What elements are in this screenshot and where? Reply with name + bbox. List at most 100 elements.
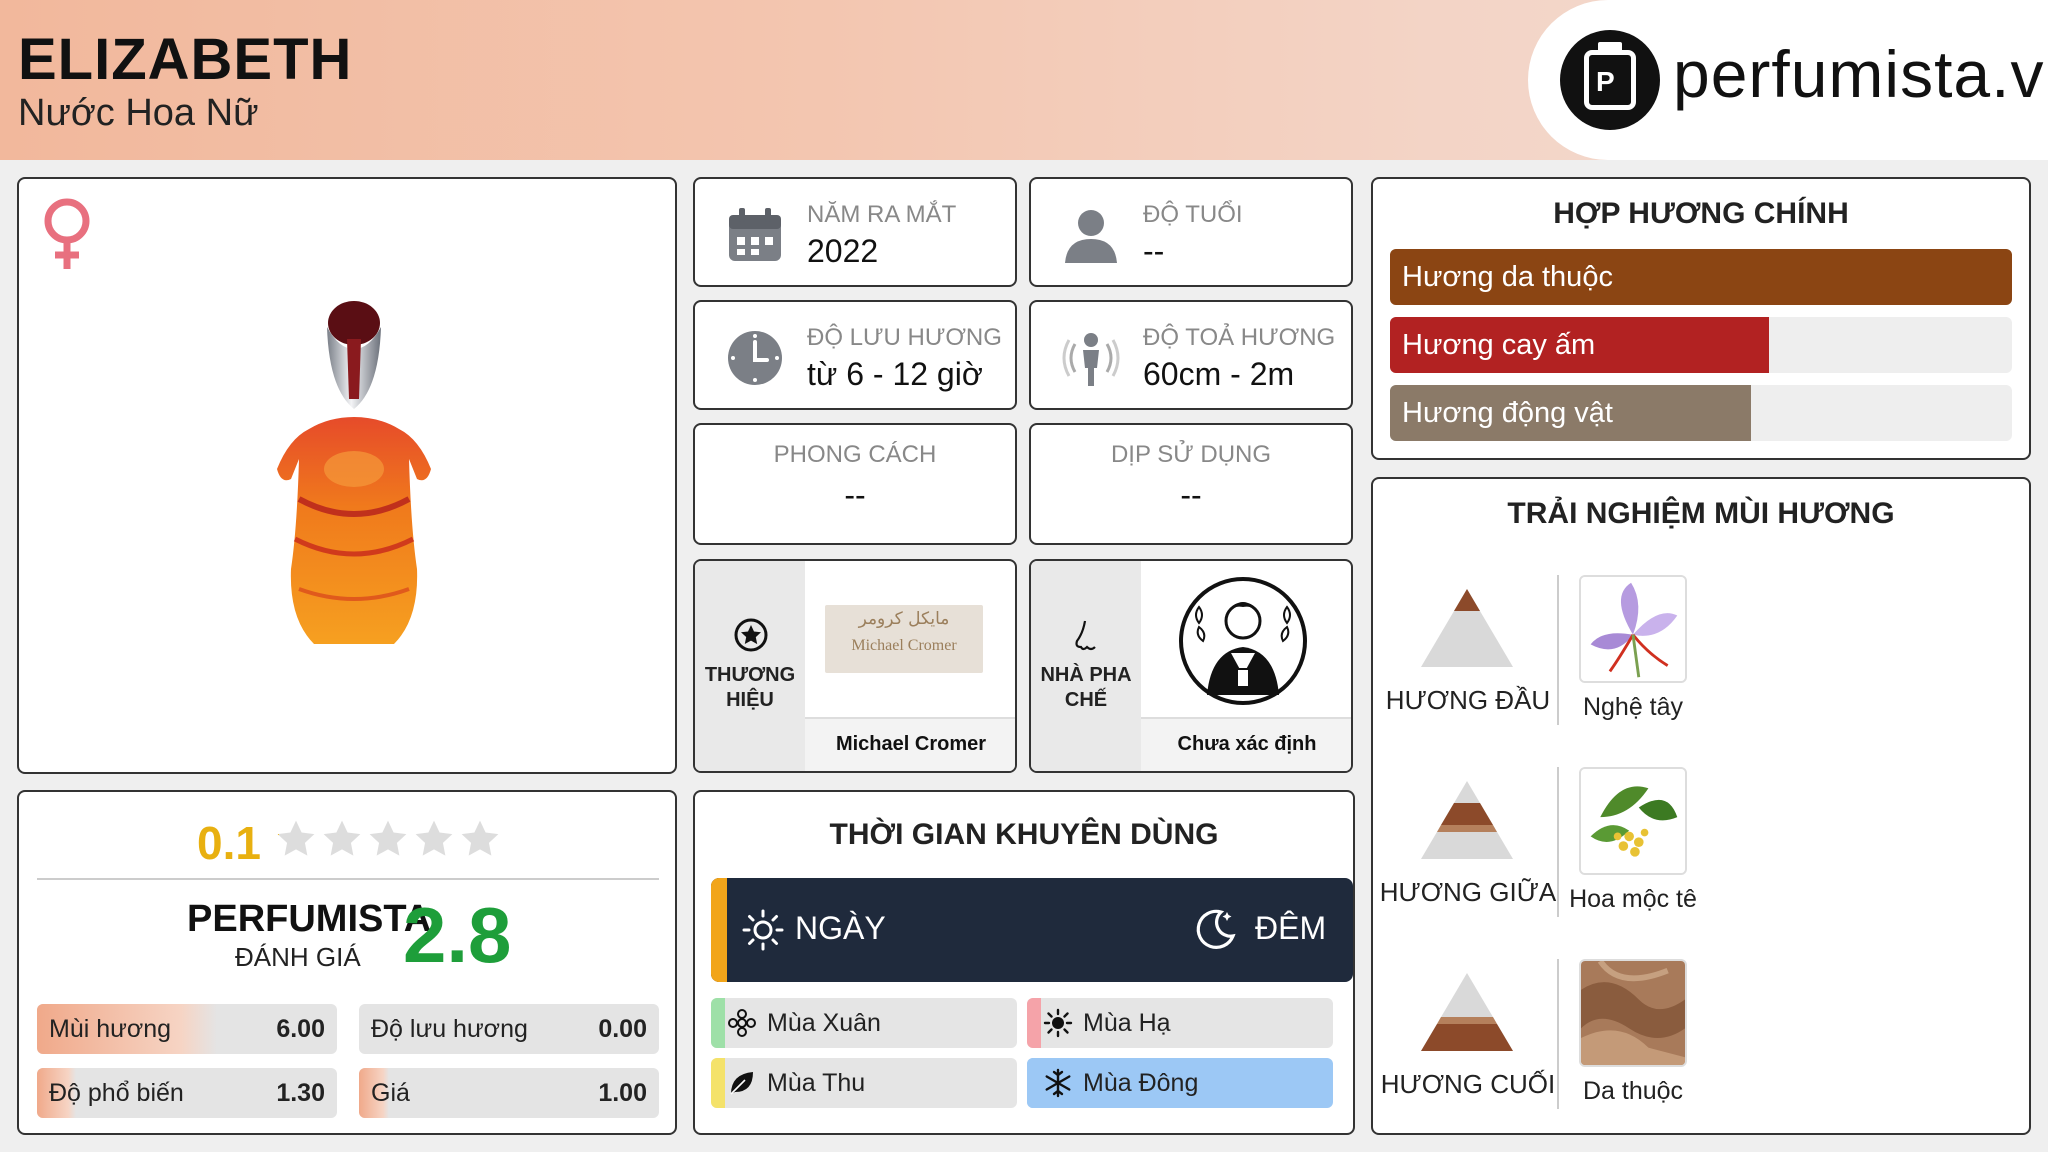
- note-row-top: HƯƠNG ĐẦU Nghệ tây: [1373, 575, 2033, 755]
- note-row-base: HƯƠNG CUỐI Da thuộc: [1373, 959, 2033, 1139]
- release-year-cell: NĂM RA MẮT 2022: [693, 177, 1017, 287]
- logo-text: perfumista.vn: [1673, 37, 2048, 111]
- star-icon[interactable]: [459, 818, 501, 860]
- experience-title: TRẢI NGHIỆM MÙI HƯƠNG: [1507, 497, 1895, 530]
- perfume-subtitle: Nước Hoa Nữ: [18, 92, 259, 134]
- metric-popularity: Độ phổ biến 1.30: [37, 1068, 337, 1118]
- metric-value: 1.00: [598, 1079, 647, 1107]
- accord-bar: Hương cay ấm: [1390, 317, 2012, 373]
- note-row-middle: HƯƠNG GIỮA Hoa mộc tê: [1373, 767, 2033, 947]
- brand-logo-arabic: مايكل كرومر: [858, 609, 950, 629]
- season-bar: [1027, 1058, 1041, 1108]
- scent-experience-card: TRẢI NGHIỆM MÙI HƯƠNG HƯƠNG ĐẦU Nghệ tây…: [1371, 477, 2031, 1135]
- user-rating-score: 0.1: [197, 817, 261, 869]
- info-label: PHONG CÁCH: [773, 441, 937, 468]
- star-badge-icon: [734, 618, 768, 652]
- season-bar: [1027, 998, 1041, 1048]
- metric-label: Độ lưu hương: [371, 1015, 528, 1043]
- note-stage-label: HƯƠNG ĐẦU: [1385, 685, 1551, 715]
- star-rating[interactable]: [275, 818, 501, 860]
- note-name: Nghệ tây: [1582, 693, 1684, 721]
- snowflake-icon: [1045, 1068, 1071, 1098]
- accord-bar: Hương động vật: [1390, 385, 2012, 441]
- metric-value: 6.00: [276, 1015, 325, 1043]
- brand-logo-latin: Michael Cromer: [851, 637, 957, 654]
- info-value: 60cm - 2m: [1143, 356, 1295, 392]
- star-icon[interactable]: [413, 818, 455, 860]
- season-label: Mùa Xuân: [767, 1009, 881, 1037]
- info-value: từ 6 - 12 giờ: [807, 356, 983, 392]
- season-label: Mùa Hạ: [1083, 1009, 1171, 1037]
- metric-scent: Mùi hương 6.00: [37, 1004, 337, 1054]
- brand-logo-area[interactable]: P perfumista.vn: [1528, 0, 2048, 160]
- style-cell: PHONG CÁCH --: [693, 423, 1017, 545]
- season-label: Mùa Đông: [1083, 1069, 1199, 1097]
- info-label: NĂM RA MẮT: [807, 201, 957, 228]
- nose-icon: [1075, 620, 1096, 651]
- note-stage-label: HƯƠNG CUỐI: [1380, 1069, 1556, 1099]
- brand-side-panel: THƯƠNG HIỆU: [695, 561, 805, 771]
- accord-label: Hương động vật: [1402, 397, 1613, 429]
- pyramid-middle-icon: [1421, 781, 1513, 859]
- season-bar: [711, 1058, 725, 1108]
- perfumer-name-bar: Chưa xác định: [1141, 717, 1351, 771]
- accords-title: HỢP HƯƠNG CHÍNH: [1553, 197, 1849, 230]
- metric-label: Mùi hương: [49, 1015, 172, 1043]
- star-icon[interactable]: [275, 818, 317, 860]
- leather-image[interactable]: [1579, 959, 1687, 1067]
- time-title: THỜI GIAN KHUYÊN DÙNG: [829, 818, 1219, 851]
- divider: [37, 878, 659, 880]
- header-banner: ELIZABETH Nước Hoa Nữ P perfumista.vn: [0, 0, 2048, 160]
- perfume-title: ELIZABETH: [18, 27, 353, 92]
- info-value: --: [1143, 233, 1165, 269]
- metric-label: Giá: [371, 1079, 410, 1107]
- product-image-card: [17, 177, 677, 774]
- note-name: Da thuộc: [1582, 1077, 1684, 1105]
- perfumer-label: NHÀ PHA CHẾ: [1040, 664, 1132, 711]
- flower-icon: [728, 1009, 756, 1037]
- note-stage-label: HƯƠNG GIỮA: [1379, 877, 1557, 907]
- osmanthus-flower-image[interactable]: [1579, 767, 1687, 875]
- female-icon: [44, 198, 90, 269]
- radiating-person-icon: [1062, 333, 1120, 386]
- moon-icon: [1196, 909, 1236, 949]
- season-spring: Mùa Xuân: [711, 998, 1017, 1048]
- info-value: --: [1180, 477, 1202, 513]
- sun-icon: [742, 909, 784, 951]
- user-icon: [1065, 210, 1117, 263]
- longevity-cell: ĐỘ LƯU HƯƠNG từ 6 - 12 giờ: [693, 300, 1017, 410]
- metric-value: 1.30: [276, 1079, 325, 1107]
- perfumer-side-panel: NHÀ PHA CHẾ: [1031, 561, 1141, 771]
- day-label: NGÀY: [795, 910, 886, 946]
- perfumista-label: PERFUMISTA: [187, 898, 432, 940]
- main-accords-card: HỢP HƯƠNG CHÍNH Hương da thuộc Hương cay…: [1371, 177, 2031, 460]
- clock-icon: [728, 331, 782, 385]
- night-label: ĐÊM: [1255, 910, 1327, 946]
- occasion-cell: DỊP SỬ DỤNG --: [1029, 423, 1353, 545]
- perfumer-name: Chưa xác định: [1177, 733, 1317, 755]
- star-icon[interactable]: [321, 818, 363, 860]
- brand-cell[interactable]: THƯƠNG HIỆU مايكل كرومر Michael Cromer M…: [693, 559, 1017, 773]
- saffron-flower-image[interactable]: [1579, 575, 1687, 683]
- season-summer: Mùa Hạ: [1027, 998, 1333, 1048]
- metric-price: Giá 1.00: [359, 1068, 659, 1118]
- rating-card: 0.1 PERFUMISTA ĐÁNH GIÁ 2.8 Mùi hương 6.…: [17, 790, 677, 1135]
- metric-value: 0.00: [598, 1015, 647, 1043]
- sun-icon: [1043, 1008, 1073, 1038]
- perfumista-sublabel: ĐÁNH GIÁ: [235, 942, 361, 972]
- perfume-bottle-image: [277, 301, 431, 644]
- info-value: 2022: [807, 233, 879, 269]
- perfumer-portrait-icon: [1179, 577, 1307, 705]
- info-label: ĐỘ LƯU HƯƠNG: [807, 324, 1002, 351]
- metric-label: Độ phổ biến: [49, 1079, 184, 1107]
- accord-label: Hương cay ấm: [1402, 329, 1596, 361]
- calendar-icon: [729, 208, 781, 261]
- brand-name-bar: Michael Cromer: [805, 717, 1015, 771]
- perfumer-cell[interactable]: NHÀ PHA CHẾ Chưa xác định: [1029, 559, 1353, 773]
- recommended-time-card: THỜI GIAN KHUYÊN DÙNG NGÀY ĐÊM Mùa Xuân …: [693, 790, 1355, 1135]
- perfumista-logo-icon: P: [1560, 30, 1660, 130]
- age-cell: ĐỘ TUỔI --: [1029, 177, 1353, 287]
- metric-longevity: Độ lưu hương 0.00: [359, 1004, 659, 1054]
- star-icon[interactable]: [367, 818, 409, 860]
- day-night-bar: NGÀY ĐÊM: [711, 878, 1353, 982]
